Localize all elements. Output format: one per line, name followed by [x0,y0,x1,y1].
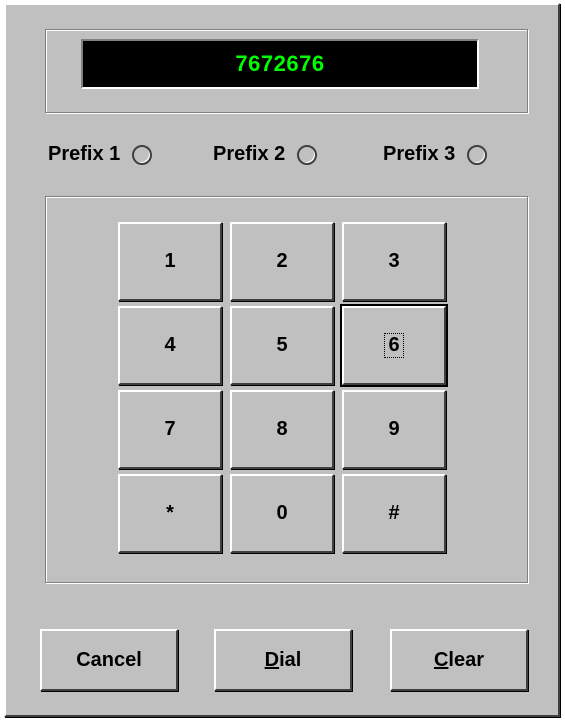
dial-mnemonic: D [264,648,280,671]
prefix-2-label: Prefix 2 [213,143,286,165]
key-7-label: 7 [164,418,176,440]
prefix-3-option[interactable]: Prefix 3 [383,143,488,166]
key-1-button[interactable]: 1 [118,222,222,301]
key-1-label: 1 [164,250,176,272]
prefix-2-option[interactable]: Prefix 2 [213,143,318,166]
key-8-label: 8 [276,418,288,440]
clear-label-rest: lear [448,648,485,671]
key-0-button[interactable]: 0 [230,474,334,553]
cancel-button-label: Cancel [76,648,142,671]
clear-mnemonic: C [433,648,449,671]
key-2-button[interactable]: 2 [230,222,334,301]
key-4-label: 4 [164,334,176,356]
dialer-window: 7672676 Prefix 1 Prefix 2 Prefix 3 1 2 3… [4,3,560,717]
prefix-1-label: Prefix 1 [48,143,121,165]
key-6-button[interactable]: 6 [340,304,448,387]
clear-button[interactable]: Clear [390,629,528,691]
dial-button-label: Dial [265,649,302,672]
key-star-label: * [166,502,174,524]
clear-button-label: Clear [434,649,484,672]
prefix-3-label: Prefix 3 [383,143,456,165]
key-hash-label: # [388,502,400,524]
key-9-label: 9 [388,418,400,440]
prefix-1-radio[interactable] [132,144,153,165]
number-display: 7672676 [81,39,479,89]
dial-button[interactable]: Dial [214,629,352,691]
prefix-3-radio[interactable] [467,144,488,165]
key-2-label: 2 [276,250,288,272]
key-8-button[interactable]: 8 [230,390,334,469]
key-3-button[interactable]: 3 [342,222,446,301]
key-4-button[interactable]: 4 [118,306,222,385]
key-7-button[interactable]: 7 [118,390,222,469]
keypad-group: 1 2 3 4 5 6 7 8 9 * 0 # [45,196,528,583]
cancel-button[interactable]: Cancel [40,629,178,691]
key-0-label: 0 [276,502,288,524]
prefix-2-radio[interactable] [297,144,318,165]
key-3-label: 3 [388,250,400,272]
key-9-button[interactable]: 9 [342,390,446,469]
key-5-button[interactable]: 5 [230,306,334,385]
display-group: 7672676 [45,29,528,113]
key-6-label: 6 [384,333,404,358]
key-star-button[interactable]: * [118,474,222,553]
dial-label-rest: ial [279,648,302,671]
key-hash-button[interactable]: # [342,474,446,553]
number-display-text: 7672676 [235,51,325,76]
key-5-label: 5 [276,334,288,356]
prefix-1-option[interactable]: Prefix 1 [48,143,153,166]
